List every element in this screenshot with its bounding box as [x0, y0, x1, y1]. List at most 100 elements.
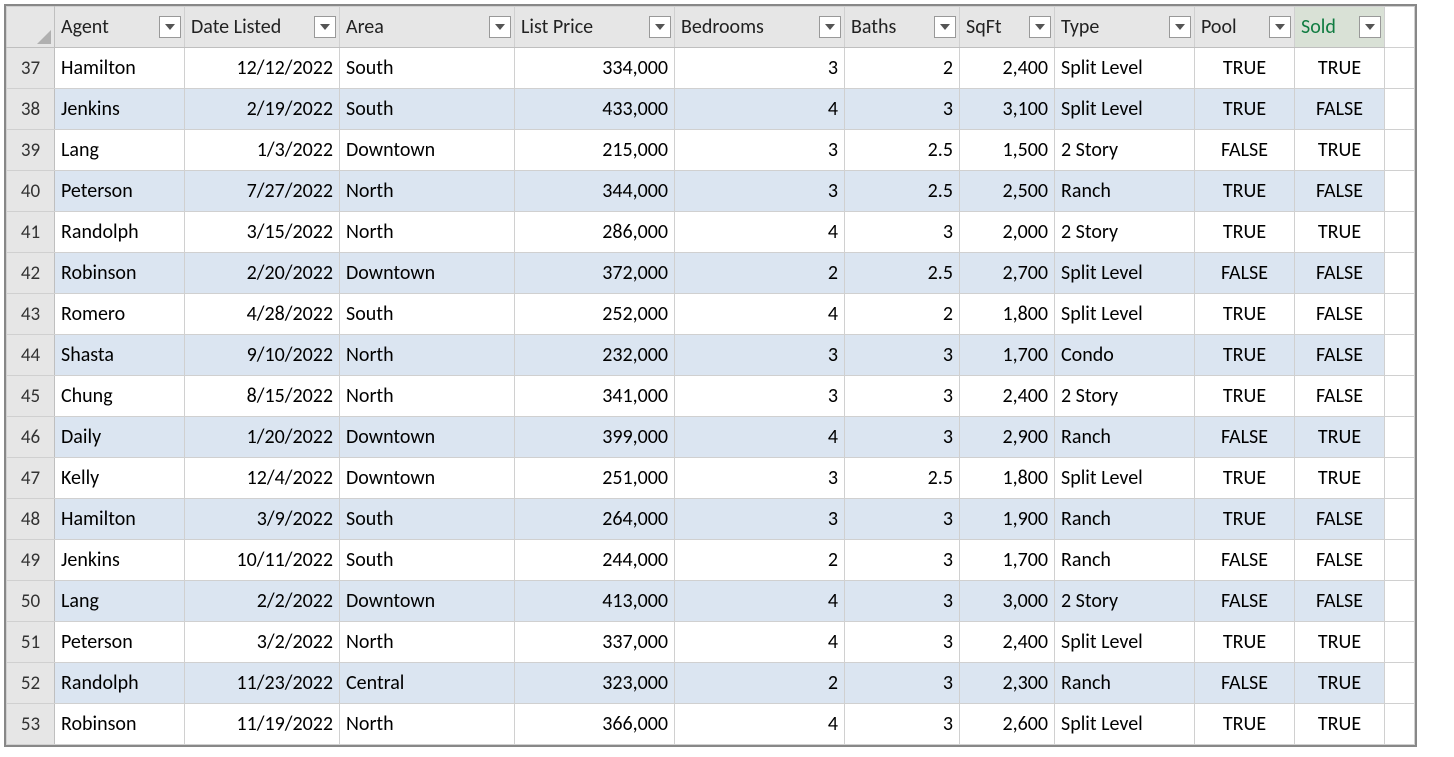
cell-price[interactable]: 366,000 [515, 704, 675, 745]
cell-area[interactable]: South [340, 89, 515, 130]
column-header-area[interactable]: Area [340, 7, 515, 48]
cell-sold[interactable]: FALSE [1295, 294, 1385, 335]
cell-bath[interactable]: 3 [845, 663, 960, 704]
cell-sqft[interactable]: 1,800 [960, 294, 1055, 335]
cell-sqft[interactable]: 2,400 [960, 48, 1055, 89]
cell-date[interactable]: 1/20/2022 [185, 417, 340, 458]
cell-pool[interactable]: TRUE [1195, 499, 1295, 540]
cell-sqft[interactable]: 2,900 [960, 417, 1055, 458]
row-header[interactable]: 42 [7, 253, 55, 294]
cell-pool[interactable]: TRUE [1195, 458, 1295, 499]
cell-date[interactable]: 8/15/2022 [185, 376, 340, 417]
cell-type[interactable]: Split Level [1055, 622, 1195, 663]
row-header[interactable]: 37 [7, 48, 55, 89]
cell-date[interactable]: 2/19/2022 [185, 89, 340, 130]
cell-area[interactable]: North [340, 704, 515, 745]
cell-sold[interactable]: TRUE [1295, 417, 1385, 458]
row-header[interactable]: 51 [7, 622, 55, 663]
cell-sold[interactable]: FALSE [1295, 581, 1385, 622]
cell-date[interactable]: 11/19/2022 [185, 704, 340, 745]
cell-sqft[interactable]: 1,800 [960, 458, 1055, 499]
cell-area[interactable]: North [340, 171, 515, 212]
cell-price[interactable]: 341,000 [515, 376, 675, 417]
cell-pool[interactable]: TRUE [1195, 212, 1295, 253]
cell-bed[interactable]: 2 [675, 540, 845, 581]
cell-type[interactable]: Ranch [1055, 663, 1195, 704]
cell-type[interactable]: Ranch [1055, 171, 1195, 212]
cell-bath[interactable]: 3 [845, 376, 960, 417]
cell-date[interactable]: 9/10/2022 [185, 335, 340, 376]
empty-cell[interactable] [1385, 417, 1415, 458]
cell-sold[interactable]: TRUE [1295, 48, 1385, 89]
cell-area[interactable]: South [340, 499, 515, 540]
filter-dropdown-icon[interactable] [1029, 16, 1051, 38]
cell-sold[interactable]: TRUE [1295, 663, 1385, 704]
cell-bath[interactable]: 2.5 [845, 171, 960, 212]
cell-date[interactable]: 3/15/2022 [185, 212, 340, 253]
empty-cell[interactable] [1385, 499, 1415, 540]
cell-bed[interactable]: 3 [675, 130, 845, 171]
cell-pool[interactable]: FALSE [1195, 130, 1295, 171]
cell-type[interactable]: Split Level [1055, 89, 1195, 130]
cell-bed[interactable]: 3 [675, 376, 845, 417]
cell-bath[interactable]: 2 [845, 294, 960, 335]
column-header-type[interactable]: Type [1055, 7, 1195, 48]
cell-pool[interactable]: FALSE [1195, 540, 1295, 581]
cell-price[interactable]: 323,000 [515, 663, 675, 704]
cell-bath[interactable]: 3 [845, 417, 960, 458]
filter-dropdown-icon[interactable] [649, 16, 671, 38]
cell-sold[interactable]: FALSE [1295, 253, 1385, 294]
cell-bath[interactable]: 2.5 [845, 253, 960, 294]
cell-bath[interactable]: 3 [845, 499, 960, 540]
row-header[interactable]: 40 [7, 171, 55, 212]
row-header[interactable]: 44 [7, 335, 55, 376]
cell-sold[interactable]: TRUE [1295, 704, 1385, 745]
cell-sqft[interactable]: 2,400 [960, 622, 1055, 663]
cell-pool[interactable]: TRUE [1195, 171, 1295, 212]
row-header[interactable]: 48 [7, 499, 55, 540]
cell-agent[interactable]: Hamilton [55, 48, 185, 89]
cell-sold[interactable]: FALSE [1295, 335, 1385, 376]
filter-dropdown-icon[interactable] [1269, 16, 1291, 38]
cell-price[interactable]: 337,000 [515, 622, 675, 663]
cell-agent[interactable]: Jenkins [55, 540, 185, 581]
cell-agent[interactable]: Kelly [55, 458, 185, 499]
cell-pool[interactable]: TRUE [1195, 294, 1295, 335]
cell-date[interactable]: 2/20/2022 [185, 253, 340, 294]
cell-area[interactable]: South [340, 294, 515, 335]
cell-area[interactable]: Downtown [340, 130, 515, 171]
cell-type[interactable]: Split Level [1055, 704, 1195, 745]
cell-sold[interactable]: FALSE [1295, 89, 1385, 130]
cell-area[interactable]: Downtown [340, 253, 515, 294]
cell-sqft[interactable]: 2,000 [960, 212, 1055, 253]
cell-sqft[interactable]: 3,000 [960, 581, 1055, 622]
cell-bath[interactable]: 3 [845, 89, 960, 130]
empty-cell[interactable] [1385, 294, 1415, 335]
cell-sold[interactable]: FALSE [1295, 376, 1385, 417]
row-header[interactable]: 50 [7, 581, 55, 622]
cell-price[interactable]: 215,000 [515, 130, 675, 171]
cell-agent[interactable]: Peterson [55, 171, 185, 212]
empty-cell[interactable] [1385, 171, 1415, 212]
cell-bath[interactable]: 3 [845, 335, 960, 376]
cell-area[interactable]: South [340, 540, 515, 581]
cell-bath[interactable]: 2.5 [845, 130, 960, 171]
cell-price[interactable]: 433,000 [515, 89, 675, 130]
cell-agent[interactable]: Randolph [55, 663, 185, 704]
cell-type[interactable]: 2 Story [1055, 130, 1195, 171]
cell-sqft[interactable]: 2,500 [960, 171, 1055, 212]
empty-cell[interactable] [1385, 540, 1415, 581]
cell-price[interactable]: 372,000 [515, 253, 675, 294]
cell-pool[interactable]: TRUE [1195, 704, 1295, 745]
cell-pool[interactable]: TRUE [1195, 89, 1295, 130]
empty-cell[interactable] [1385, 663, 1415, 704]
cell-pool[interactable]: TRUE [1195, 376, 1295, 417]
row-header[interactable]: 38 [7, 89, 55, 130]
cell-type[interactable]: 2 Story [1055, 581, 1195, 622]
cell-type[interactable]: Split Level [1055, 48, 1195, 89]
cell-type[interactable]: Split Level [1055, 253, 1195, 294]
cell-sqft[interactable]: 1,700 [960, 335, 1055, 376]
cell-sqft[interactable]: 3,100 [960, 89, 1055, 130]
column-header-bath[interactable]: Baths [845, 7, 960, 48]
cell-bath[interactable]: 2.5 [845, 458, 960, 499]
